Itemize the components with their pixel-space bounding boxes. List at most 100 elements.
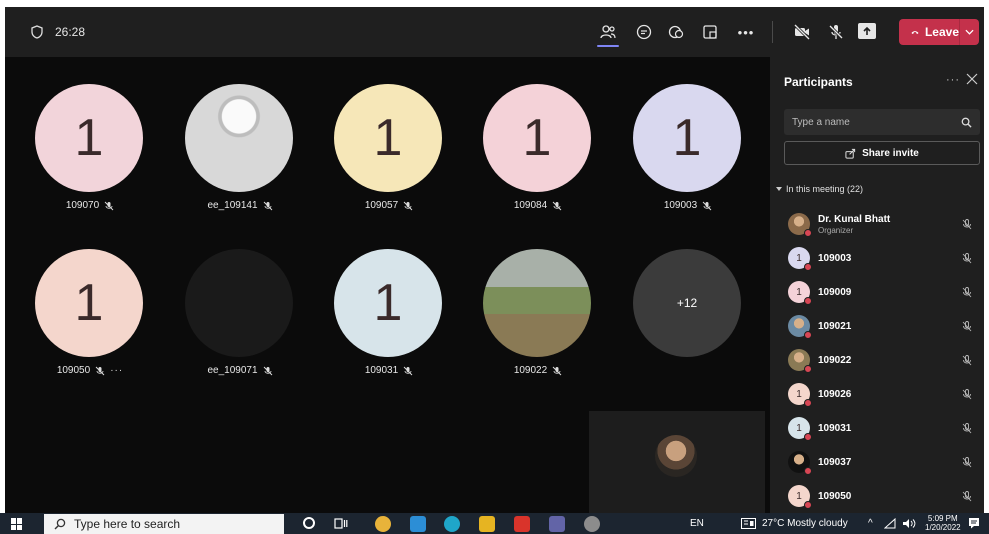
meeting-toolbar: 26:28 ••• Leave	[5, 7, 984, 57]
notification-icon[interactable]	[968, 517, 980, 529]
participant-row[interactable]: 1 109003	[770, 241, 984, 275]
wps-icon[interactable]	[514, 516, 530, 532]
weather-text[interactable]: 27°C Mostly cloudy	[762, 518, 848, 529]
volume-icon[interactable]	[902, 518, 916, 529]
self-avatar	[655, 435, 697, 477]
mic-off-icon	[962, 253, 972, 264]
participant-tile[interactable]: 1 109031	[334, 249, 444, 376]
avatar: 1	[788, 417, 812, 441]
more-actions-button[interactable]: •••	[733, 19, 759, 45]
avatar-initial: 1	[796, 286, 802, 298]
edge-icon[interactable]	[444, 516, 460, 532]
participant-name: 109022	[818, 354, 852, 366]
teams-meeting-window: 26:28 ••• Leave 1 109070 ee_109141 1 109…	[5, 7, 984, 513]
participant-row[interactable]: 1 109009	[770, 275, 984, 309]
avatar: 1	[788, 383, 812, 407]
more-options-button[interactable]: ···	[110, 365, 123, 376]
participant-name: 109031	[818, 422, 852, 434]
participant-row[interactable]: 109022	[770, 343, 984, 377]
mic-off-icon	[95, 366, 105, 375]
taskbar-search[interactable]: Type here to search	[44, 514, 284, 534]
participant-tile[interactable]: 1 109070	[35, 84, 145, 211]
participant-tile[interactable]: 1 109003	[633, 84, 743, 211]
meeting-timer: 26:28	[55, 25, 86, 39]
close-icon[interactable]	[966, 73, 978, 85]
participant-tile[interactable]: 1 109057	[334, 84, 444, 211]
participant-tile[interactable]: 109022	[483, 249, 593, 376]
participant-tile[interactable]: 1 109050 ···	[35, 249, 145, 376]
in-meeting-section-toggle[interactable]: In this meeting (22)	[776, 184, 863, 194]
participant-name: 109026	[818, 388, 852, 400]
participant-row[interactable]: 109021	[770, 309, 984, 343]
camera-toggle-button[interactable]	[789, 19, 815, 45]
leave-options-button[interactable]	[960, 19, 979, 45]
participant-row[interactable]: Dr. Kunal Bhatt Organizer	[770, 207, 984, 241]
windows-start-icon[interactable]	[11, 518, 23, 530]
participant-name: ee_109071	[207, 365, 258, 376]
chrome-icon[interactable]	[375, 516, 391, 532]
participant-tile-label: 109003	[633, 200, 743, 211]
more-icon: •••	[737, 24, 755, 40]
participant-tile-label: ee_109071	[185, 365, 295, 376]
participant-tile[interactable]: 1 109084	[483, 84, 593, 211]
chevron-up-icon[interactable]: ^	[868, 518, 873, 529]
participant-name: 109057	[364, 200, 399, 211]
task-view-icon[interactable]	[334, 517, 348, 530]
store-icon[interactable]	[410, 516, 426, 532]
participant-row[interactable]: 1 109050	[770, 479, 984, 513]
people-icon	[600, 25, 616, 39]
participant-search-input[interactable]	[792, 116, 952, 128]
mic-off-icon	[403, 201, 413, 210]
mic-off-icon	[403, 366, 413, 375]
chat-button[interactable]	[631, 19, 657, 45]
overflow-participants-tile[interactable]: +12	[633, 249, 743, 357]
participant-row[interactable]: 109037	[770, 445, 984, 479]
mic-off-icon	[552, 201, 562, 210]
participant-info: 109003	[818, 253, 851, 264]
input-language[interactable]: EN	[690, 518, 704, 529]
mic-off-icon	[962, 389, 972, 400]
participant-row[interactable]: 1 109031	[770, 411, 984, 445]
taskbar-search-placeholder: Type here to search	[74, 517, 181, 531]
presence-badge	[804, 365, 812, 373]
mic-off-icon	[552, 366, 562, 375]
phone-hangup-icon	[911, 30, 919, 34]
mic-off-icon	[702, 201, 712, 210]
share-tray-button[interactable]	[858, 23, 876, 39]
presence-badge	[804, 399, 812, 407]
share-invite-button[interactable]: Share invite	[784, 141, 980, 165]
participant-tile[interactable]: ee_109141	[185, 84, 295, 211]
leave-button[interactable]: Leave	[899, 19, 979, 45]
chrome-alt-icon[interactable]	[584, 516, 600, 532]
participant-tile[interactable]: ee_109071	[185, 249, 295, 376]
system-clock[interactable]: 5:09 PM 1/20/2022	[925, 514, 961, 532]
reactions-button[interactable]	[663, 19, 689, 45]
teams-icon[interactable]	[549, 516, 565, 532]
cortana-icon[interactable]	[303, 517, 315, 529]
mic-off-icon	[962, 287, 972, 298]
participant-name: 109050	[818, 490, 852, 502]
participant-photo	[185, 84, 293, 192]
avatar: 1	[788, 485, 812, 509]
rooms-icon	[703, 25, 717, 39]
participant-row[interactable]: 1 109026	[770, 377, 984, 411]
participants-button[interactable]	[595, 19, 621, 47]
avatar	[788, 451, 812, 475]
presence-badge	[804, 263, 812, 271]
wifi-icon[interactable]	[884, 518, 896, 529]
participant-info: 109009	[818, 287, 851, 298]
presence-badge	[804, 331, 812, 339]
rooms-button[interactable]	[697, 19, 723, 45]
avatar-initial: 1	[796, 388, 802, 400]
self-video-preview[interactable]	[589, 411, 765, 513]
avatar: 1	[788, 281, 812, 305]
mic-toggle-button[interactable]	[823, 19, 849, 45]
participant-search[interactable]	[784, 109, 980, 135]
panel-more-button[interactable]: ···	[946, 74, 960, 86]
news-widget-icon[interactable]	[741, 518, 756, 529]
avatar-initial: 1	[796, 422, 802, 434]
avatar-initial: 1	[796, 252, 802, 264]
leave-main[interactable]: Leave	[899, 19, 959, 45]
explorer-icon[interactable]	[479, 516, 495, 532]
participant-list: Dr. Kunal Bhatt Organizer 1 109003 1 109009 10…	[770, 207, 984, 513]
